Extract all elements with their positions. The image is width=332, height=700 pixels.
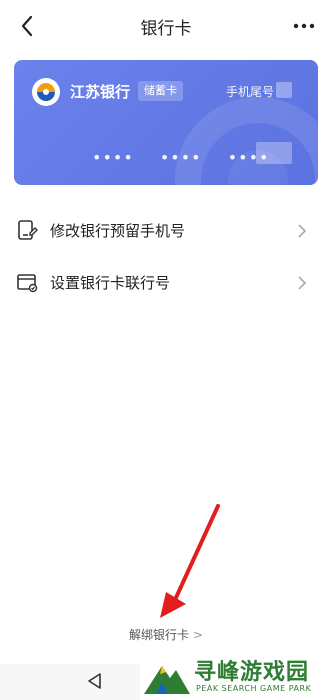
phone-tail-label: 手机尾号 [225,85,274,99]
phone-tail-masked [276,82,292,98]
chevron-right-icon [298,224,307,238]
card-number-group: •••• [92,148,134,167]
chevron-right-icon [298,276,307,290]
more-dots-icon [293,23,315,29]
chevron-right-icon: > [192,628,204,642]
page-title: 银行卡 [140,19,192,39]
top-bar: 银行卡 [0,0,332,52]
menu-item-label: 修改银行预留手机号 [50,222,186,240]
menu-item-set-branch-code[interactable]: 设置银行卡联行号 [0,257,332,309]
card-settings-icon [17,274,38,293]
watermark: 寻峰游戏园 PEAK SEARCH GAME PARK [140,650,332,700]
card-number-group: •••• [159,148,202,167]
card-number-masked [256,142,292,164]
bank-logo [32,78,60,106]
settings-menu: 修改银行预留手机号 设置银行卡联行号 [0,205,332,309]
watermark-title: 寻峰游戏园 [194,660,310,685]
jiangsu-bank-logo-icon [37,83,55,101]
nav-back-triangle-icon[interactable] [86,672,104,690]
more-button[interactable] [290,14,318,38]
unbind-card-label: 解绑银行卡 [128,628,189,642]
bank-card[interactable]: 江苏银行 储蓄卡 手机尾号 •••• •••• •••• [14,60,318,185]
card-type-badge: 储蓄卡 [138,81,183,101]
menu-item-label: 设置银行卡联行号 [50,274,171,292]
menu-item-edit-phone[interactable]: 修改银行预留手机号 [0,205,332,257]
bank-name: 江苏银行 [70,83,131,101]
red-annotation-arrow-icon [160,504,220,618]
watermark-subtitle: PEAK SEARCH GAME PARK [196,684,312,693]
phone-edit-icon [18,220,38,240]
mountain-logo-icon [144,666,190,694]
unbind-card-link[interactable]: 解绑银行卡 > [0,626,332,643]
